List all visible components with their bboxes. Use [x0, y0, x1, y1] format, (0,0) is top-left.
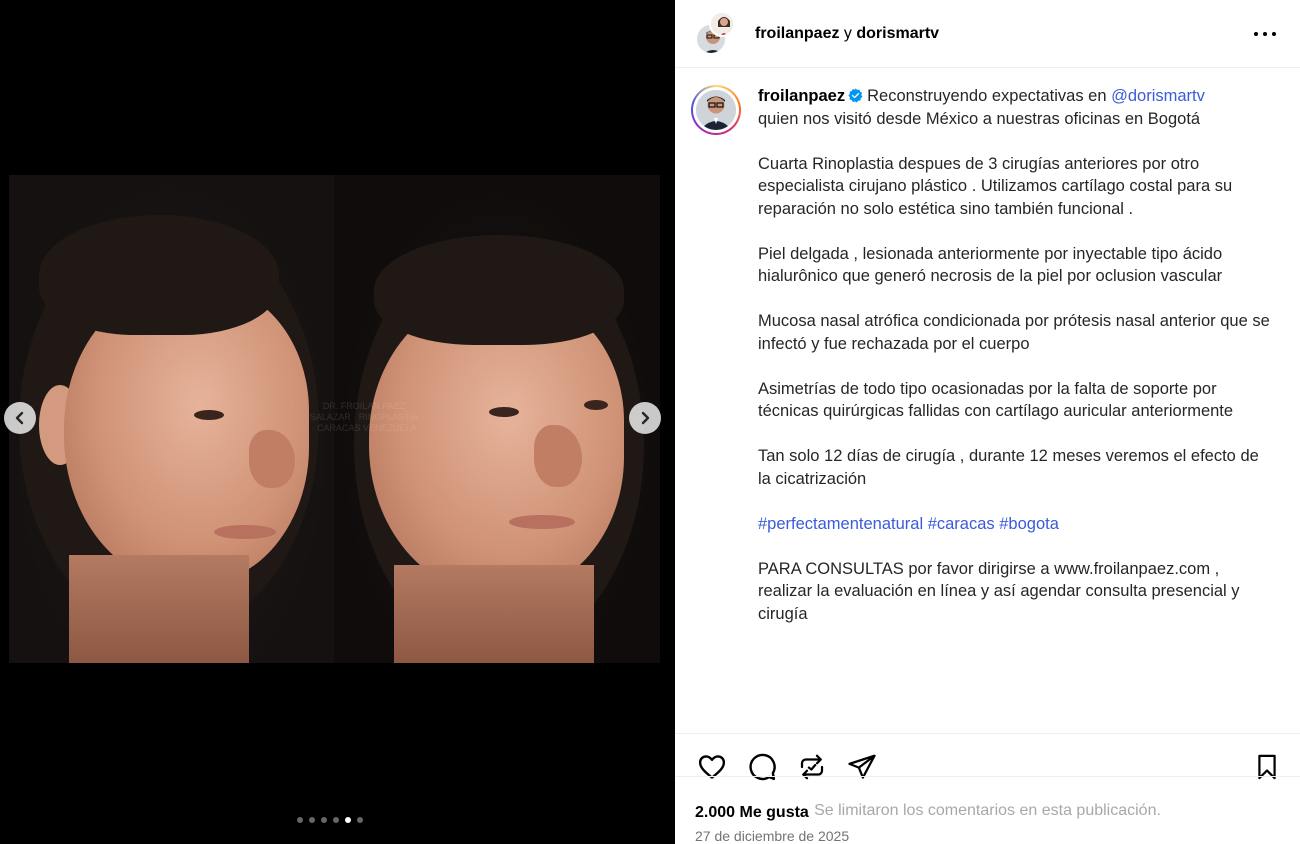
post-dialog: DR. FROILAN PAEZ SALAZAR · RINOPLASTIA ·…: [0, 0, 1300, 844]
caption-paragraph: PARA CONSULTAS por favor dirigirse a www…: [758, 559, 1240, 623]
before-photo: [9, 175, 334, 663]
next-photo-button[interactable]: [629, 402, 661, 434]
post-side-panel: froilanpaez y dorismartv froilanpaez Rec…: [675, 0, 1300, 844]
caption-paragraph: Piel delgada , lesionada anteriormente p…: [758, 244, 1223, 286]
story-ring[interactable]: [691, 85, 741, 135]
carousel-dot: [297, 817, 303, 823]
more-options-button[interactable]: [1254, 24, 1276, 44]
avatar: [696, 90, 736, 130]
carousel-dot: [333, 817, 339, 823]
hashtag-link[interactable]: #perfectamentenatural: [758, 515, 923, 533]
chevron-left-icon: [15, 411, 24, 425]
hashtag-link[interactable]: #caracas: [928, 515, 995, 533]
author-link-froilanpaez[interactable]: froilanpaez: [755, 25, 839, 42]
caption-lead: Reconstruyendo expectativas en: [867, 87, 1112, 105]
carousel-indicator: [297, 817, 363, 823]
comments-limited-note: Se limitaron los comentarios en esta pub…: [675, 776, 1300, 844]
author-link-dorismartv[interactable]: dorismartv: [856, 25, 939, 42]
caption-paragraph: Mucosa nasal atrófica condicionada por p…: [758, 312, 1270, 353]
post-header: froilanpaez y dorismartv: [675, 0, 1300, 68]
authors-conjunction: y: [843, 24, 852, 42]
collab-avatars[interactable]: [695, 10, 737, 55]
carousel-dot: [357, 817, 363, 823]
verified-badge-icon: [848, 88, 863, 103]
hashtag-link[interactable]: #bogota: [999, 515, 1059, 533]
previous-photo-button[interactable]: [4, 402, 36, 434]
hashtag-list: #perfectamentenatural #caracas #bogota: [758, 513, 1270, 536]
caption-paragraph: Asimetrías de todo tipo ocasionadas por …: [758, 379, 1234, 421]
post-authors: froilanpaez y dorismartv: [755, 25, 939, 43]
carousel-dot: [309, 817, 315, 823]
caption-paragraph: Tan solo 12 días de cirugía , durante 12…: [758, 447, 1259, 488]
post-media: DR. FROILAN PAEZ SALAZAR · RINOPLASTIA ·…: [0, 0, 675, 844]
caption-paragraph: Cuarta Rinoplastia despues de 3 cirugías…: [758, 154, 1233, 218]
avatar-dorismartv: [709, 10, 735, 37]
caption-area[interactable]: froilanpaez Reconstruyendo expectativas e…: [675, 68, 1300, 734]
watermark: DR. FROILAN PAEZ SALAZAR · RINOPLASTIA ·…: [309, 401, 419, 433]
post-photo: DR. FROILAN PAEZ SALAZAR · RINOPLASTIA ·…: [9, 175, 660, 663]
caption-username[interactable]: froilanpaez: [758, 87, 845, 105]
caption-lead-rest: quien nos visitó desde México a nuestras…: [758, 109, 1201, 128]
chevron-right-icon: [641, 411, 650, 425]
mention-link[interactable]: @dorismartv: [1111, 87, 1205, 105]
caption-text: froilanpaez Reconstruyendo expectativas e…: [758, 85, 1270, 648]
carousel-dot: [321, 817, 327, 823]
carousel-dot: [345, 817, 351, 823]
more-horizontal-icon: [1254, 32, 1258, 36]
